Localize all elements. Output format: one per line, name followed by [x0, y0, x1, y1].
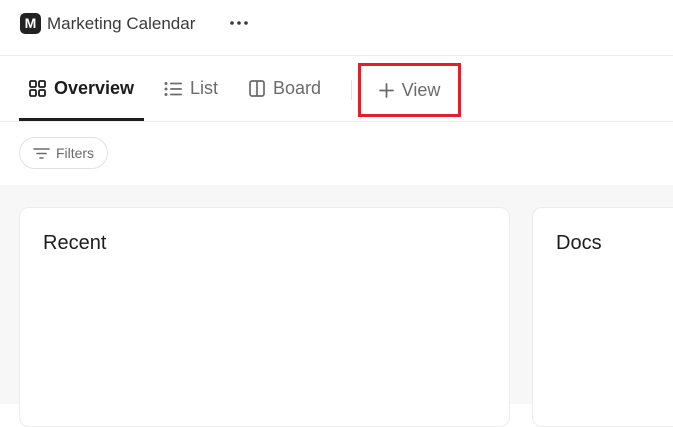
tab-board[interactable]: Board — [249, 56, 321, 121]
view-tabs: Overview List Board — [0, 56, 673, 122]
list-icon — [164, 81, 182, 96]
tab-overview-label: Overview — [54, 78, 135, 98]
docs-card-title: Docs — [556, 232, 602, 254]
filter-icon — [33, 147, 50, 159]
tab-board-label: Board — [273, 78, 322, 98]
ellipsis-icon — [230, 21, 248, 25]
active-tab-indicator — [19, 118, 144, 121]
recent-card: Recent — [19, 207, 510, 427]
add-view-label: View — [401, 79, 441, 100]
tab-overview[interactable]: Overview — [29, 56, 134, 121]
overview-grid-icon — [29, 80, 46, 97]
recent-card-title: Recent — [43, 232, 107, 254]
filters-label: Filters — [55, 145, 95, 161]
tab-divider — [351, 80, 352, 100]
tab-list[interactable]: List — [164, 56, 218, 121]
board-icon — [249, 80, 265, 97]
overview-content: Recent Docs — [0, 185, 673, 427]
workspace-title[interactable]: Marketing Calendar — [47, 13, 195, 35]
page-header: M Marketing Calendar — [0, 0, 673, 56]
more-options-button[interactable] — [228, 12, 250, 34]
filters-button[interactable]: Filters — [19, 137, 108, 169]
plus-icon — [378, 82, 394, 98]
workspace-avatar[interactable]: M — [20, 13, 41, 34]
tab-list-label: List — [190, 78, 219, 98]
docs-card: Docs — [532, 207, 673, 427]
add-view-button[interactable]: View — [358, 63, 461, 117]
